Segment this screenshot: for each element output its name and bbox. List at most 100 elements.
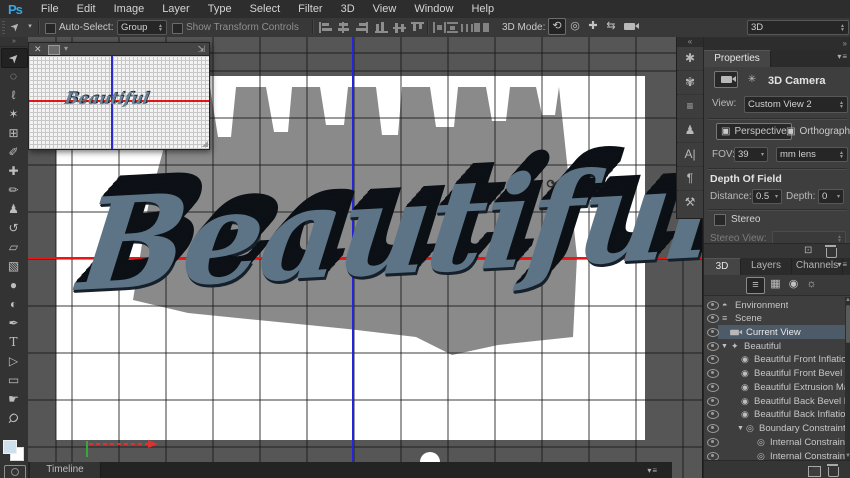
hand-tool[interactable]: ☛ [1,390,26,408]
visibility-eye-icon[interactable] [707,314,719,323]
distribute-widths-icon[interactable] [474,22,490,33]
panel-menu-icon[interactable] [837,260,848,269]
tab-3d[interactable]: 3D [704,258,741,275]
visibility-eye-icon[interactable] [707,424,719,433]
magic-wand-tool[interactable]: ✶ [1,105,26,123]
paragraph-panel-icon[interactable]: ¶ [677,166,703,190]
scroll-up-icon[interactable]: ▲ [845,297,850,304]
scene-row-beautiful[interactable]: ▼ ✦ Beautiful [704,340,845,353]
scene-row-internal-constraint[interactable]: ◎ Internal Constraint 2 [704,436,845,449]
visibility-eye-icon[interactable] [707,410,719,419]
close-icon[interactable]: ✕ [34,43,42,55]
depth-value-box[interactable]: 0 ▾ [818,189,844,204]
panel-menu-icon[interactable] [837,52,848,61]
secondary-view-content[interactable]: Beautiful ◢ [29,56,209,149]
slide-3d-camera-icon[interactable]: ⇆ [603,19,619,34]
crop-tool[interactable]: ⊞ [1,124,26,142]
trash-icon[interactable] [828,467,839,477]
tools-panel-icon[interactable]: ⚒ [677,190,703,214]
healing-brush-tool[interactable]: ✚ [1,162,26,180]
align-left-edges-icon[interactable] [319,22,332,33]
tab-channels[interactable]: Channels [792,258,843,274]
scene-row-current-view[interactable]: Current View [704,326,845,339]
scroll-down-icon[interactable]: ▼ [845,453,850,460]
canvas-viewport[interactable]: Beautiful ⟳ ✕ ▾ ⇲ Beautiful ◢ [28,37,702,478]
view-dropdown[interactable]: Custom View 2 ▲▼ [744,96,848,113]
menu-type[interactable]: Type [199,3,241,15]
expand-panels-icon[interactable]: « [677,37,703,47]
dock-collapse-icon[interactable]: » [704,37,850,50]
eraser-tool[interactable]: ▱ [1,238,26,256]
path-select-tool[interactable]: ▷ [1,352,26,370]
options-grip[interactable] [2,21,5,34]
scene-row-material[interactable]: ◉ Beautiful Front Inflation ... [704,353,845,366]
filter-lights-icon[interactable]: ☼ [803,277,820,292]
expand-triangle-icon[interactable]: ▼ [737,422,744,435]
quick-mask-icon[interactable] [4,465,26,478]
brush-tool[interactable]: ✏ [1,181,26,199]
history-brush-tool[interactable]: ↺ [1,219,26,237]
align-right-edges-icon[interactable] [355,22,368,33]
pan-3d-camera-icon[interactable]: ✚ [585,19,601,34]
visibility-eye-icon[interactable] [707,369,719,378]
secondary-view-titlebar[interactable]: ✕ ▾ ⇲ [29,43,209,56]
tab-properties[interactable]: Properties [704,50,771,67]
dolly-3d-camera-icon[interactable] [621,19,637,34]
menu-image[interactable]: Image [105,3,154,15]
tool-preset-dropdown-icon[interactable]: ▾ [26,20,34,34]
scene-row-scene[interactable]: ≡ Scene [704,312,845,325]
scrollbar-thumb[interactable] [846,305,850,343]
styles-panel-icon[interactable]: ✾ [677,70,703,94]
tab-timeline[interactable]: Timeline [30,462,101,478]
visibility-eye-icon[interactable] [707,438,719,447]
clone-source-panel-icon[interactable]: ♟ [677,118,703,142]
blur-tool[interactable]: ● [1,276,26,294]
camera-rotate-widget-icon[interactable]: ⟳ [544,177,559,192]
align-horizontal-centers-icon[interactable] [337,22,350,33]
menu-layer[interactable]: Layer [153,3,199,15]
scene-scrollbar[interactable]: ▲ ▼ [845,297,850,460]
filter-meshes-icon[interactable]: ▦ [767,277,784,292]
distribute-spacing-icon[interactable] [461,22,474,33]
move-tool[interactable]: ➤ [1,48,28,68]
orbit-3d-camera-icon[interactable]: ⟲ [548,18,566,35]
menu-window[interactable]: Window [405,3,462,15]
eyedropper-tool[interactable]: ✐ [1,143,26,161]
lasso-tool[interactable]: ℓ [1,86,26,104]
distribute-horizontal-icon[interactable] [433,22,446,33]
camera-properties-button[interactable] [714,71,738,88]
scene-row-environment[interactable]: ◓ Environment [704,299,845,312]
adjustments-panel-icon[interactable]: ≡ [677,94,703,118]
color-swatches[interactable] [3,440,25,462]
app-logo[interactable]: Ps [8,2,22,17]
auto-select-checkbox[interactable] [45,23,56,34]
foreground-color-swatch[interactable] [3,440,17,454]
character-panel-icon[interactable]: A| [677,142,703,166]
secondary-view-window[interactable]: ✕ ▾ ⇲ Beautiful ◢ [28,42,210,150]
align-bottom-edges-icon[interactable] [375,22,388,33]
shape-tool[interactable]: ▭ [1,371,26,389]
camera-coordinates-button[interactable]: ✳ [742,71,762,88]
expand-triangle-icon[interactable]: ▼ [721,340,728,353]
menu-file[interactable]: File [32,3,68,15]
panel-menu-icon[interactable] [647,466,658,475]
filter-materials-icon[interactable]: ◉ [785,277,802,292]
gradient-tool[interactable]: ▧ [1,257,26,275]
scene-row-material[interactable]: ◉ Beautiful Back Bevel Mate... [704,395,845,408]
visibility-eye-icon[interactable] [707,355,719,364]
menu-view[interactable]: View [364,3,406,15]
view-thumbnail-icon[interactable] [48,45,60,55]
menu-3d[interactable]: 3D [332,3,364,15]
toolbar-collapse-icon[interactable]: » [0,37,28,47]
clone-stamp-tool[interactable]: ♟ [1,200,26,218]
filter-whole-scene-icon[interactable]: ≡ [746,277,765,294]
resize-grip-icon[interactable]: ◢ [202,140,208,148]
visibility-eye-icon[interactable] [707,342,719,351]
dodge-tool[interactable]: ◐ [1,295,26,313]
tab-layers[interactable]: Layers [741,258,792,274]
origin-axis-widget[interactable] [84,439,174,459]
lens-dropdown[interactable]: mm lens ▲▼ [776,147,848,162]
orthographic-button[interactable]: ▣ Orthographic [782,123,850,140]
distance-value-box[interactable]: 0.5 ▾ [752,189,782,204]
menu-select[interactable]: Select [241,3,290,15]
